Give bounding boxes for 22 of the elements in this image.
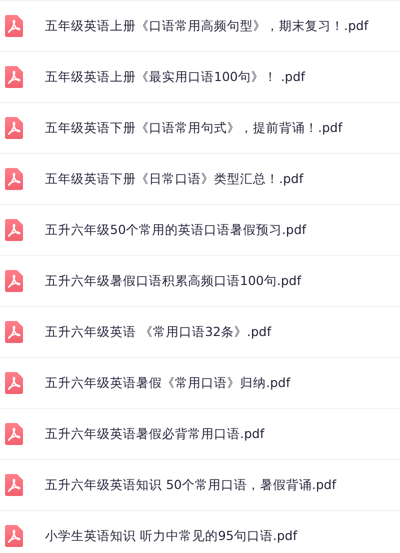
pdf-file-icon	[5, 270, 23, 292]
pdf-file-icon	[5, 117, 23, 139]
file-name[interactable]: 小学生英语知识 听力中常见的95句口语.pdf	[45, 528, 298, 544]
file-name[interactable]: 五升六年级50个常用的英语口语暑假预习.pdf	[45, 222, 306, 238]
pdf-file-icon	[5, 15, 23, 37]
file-name[interactable]: 五升六年级暑假口语积累高频口语100句.pdf	[45, 272, 302, 290]
file-name[interactable]: 五升六年级英语 《常用口语32条》.pdf	[45, 324, 272, 340]
file-name[interactable]: 五年级英语下册《日常口语》类型汇总！.pdf	[45, 170, 304, 188]
file-name[interactable]: 五升六年级英语暑假必背常用口语.pdf	[45, 426, 264, 442]
pdf-file-icon	[5, 474, 23, 496]
pdf-file-icon	[5, 168, 23, 190]
file-name[interactable]: 五升六年级英语知识 50个常用口语，暑假背诵.pdf	[45, 476, 336, 494]
pdf-file-icon	[5, 525, 23, 547]
file-name[interactable]: 五升六年级英语暑假《常用口语》归纳.pdf	[45, 374, 290, 392]
pdf-file-icon	[5, 219, 23, 241]
file-name[interactable]: 五年级英语下册《口语常用句式》，提前背诵！.pdf	[45, 120, 342, 136]
pdf-file-icon	[5, 321, 23, 343]
pdf-file-icon	[5, 372, 23, 394]
pdf-file-icon	[5, 423, 23, 445]
pdf-file-icon	[5, 66, 23, 88]
file-name[interactable]: 五年级英语上册《最实用口语100句》！ .pdf	[45, 68, 306, 86]
file-name[interactable]: 五年级英语上册《口语常用高频句型》，期末复习！.pdf	[45, 18, 368, 34]
